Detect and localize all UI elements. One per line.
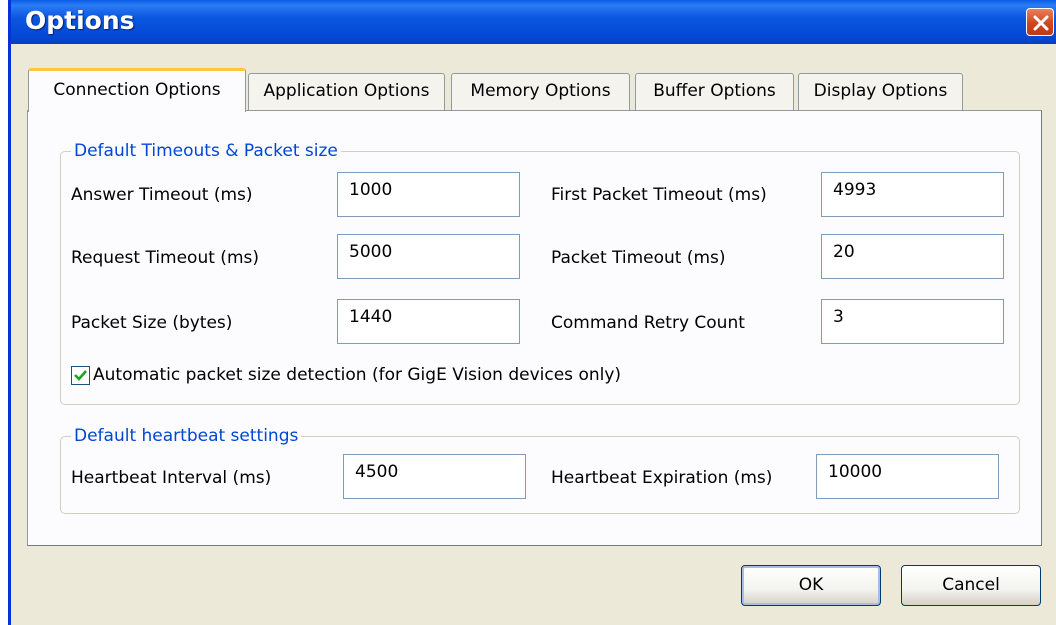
dialog-title: Options [25, 6, 135, 35]
close-icon [1033, 15, 1049, 31]
tab-memory-options[interactable]: Memory Options [451, 73, 630, 110]
heartbeat-groupbox: Default heartbeat settings Heartbeat Int… [60, 426, 1020, 514]
title-bar[interactable]: Options [11, 0, 1056, 44]
packet-size-input[interactable]: 1440 [337, 299, 520, 344]
timeouts-group-title: Default Timeouts & Packet size [71, 141, 341, 161]
heartbeat-interval-input[interactable]: 4500 [343, 454, 526, 499]
checkmark-icon [74, 370, 87, 381]
cancel-button[interactable]: Cancel [901, 565, 1041, 606]
connection-options-panel: Default Timeouts & Packet size Answer Ti… [27, 110, 1042, 546]
answer-timeout-input[interactable]: 1000 [337, 172, 520, 217]
timeouts-groupbox: Default Timeouts & Packet size Answer Ti… [60, 141, 1020, 405]
heartbeat-expiration-label: Heartbeat Expiration (ms) [551, 468, 773, 488]
ok-button[interactable]: OK [741, 565, 881, 606]
tab-display-options[interactable]: Display Options [798, 73, 963, 110]
answer-timeout-label: Answer Timeout (ms) [71, 185, 253, 205]
tab-buffer-options[interactable]: Buffer Options [635, 73, 794, 110]
packet-size-label: Packet Size (bytes) [71, 313, 233, 333]
first-packet-timeout-input[interactable]: 4993 [821, 172, 1004, 217]
close-button[interactable] [1026, 8, 1054, 36]
packet-timeout-input[interactable]: 20 [821, 234, 1004, 279]
request-timeout-input[interactable]: 5000 [337, 234, 520, 279]
options-dialog: Options Connection Options Application O… [8, 0, 1056, 625]
command-retry-count-input[interactable]: 3 [821, 299, 1004, 344]
auto-packet-size-label[interactable]: Automatic packet size detection (for Gig… [93, 365, 621, 385]
command-retry-count-label: Command Retry Count [551, 313, 745, 333]
heartbeat-group-title: Default heartbeat settings [71, 426, 302, 446]
packet-timeout-label: Packet Timeout (ms) [551, 248, 726, 268]
first-packet-timeout-label: First Packet Timeout (ms) [551, 185, 767, 205]
heartbeat-interval-label: Heartbeat Interval (ms) [71, 468, 272, 488]
heartbeat-expiration-input[interactable]: 10000 [816, 454, 999, 499]
auto-packet-size-checkbox[interactable] [71, 366, 90, 385]
tab-application-options[interactable]: Application Options [248, 73, 445, 110]
tab-connection-options[interactable]: Connection Options [28, 68, 246, 112]
request-timeout-label: Request Timeout (ms) [71, 248, 259, 268]
